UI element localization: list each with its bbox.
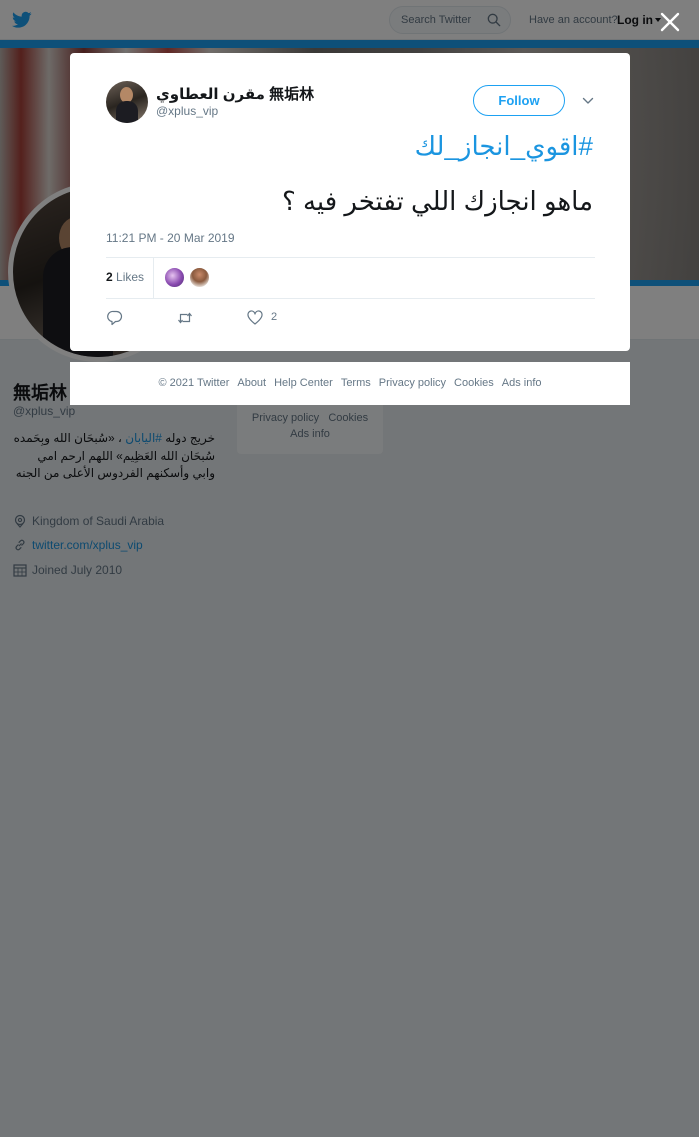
tweet-hashtag-link[interactable]: #اقوي_انجاز_لك	[415, 131, 593, 162]
likes-separator	[153, 258, 154, 298]
reply-icon[interactable]	[107, 310, 123, 326]
footer-privacy-link[interactable]: Privacy policy	[379, 377, 446, 389]
tweet-text: ماهو انجازك اللي تفتخر فيه ؟	[281, 186, 593, 216]
tweet-modal: مقرن العطاوي 無垢林 @xplus_vip Follow #اقوي…	[70, 53, 630, 351]
close-icon[interactable]	[659, 11, 681, 33]
liker-avatar[interactable]	[189, 267, 210, 288]
modal-footer: © 2021 Twitter About Help Center Terms Priva…	[70, 362, 630, 405]
heart-icon[interactable]	[247, 310, 263, 326]
like-action-count: 2	[271, 311, 278, 323]
tweet-author-avatar[interactable]	[106, 81, 148, 123]
divider	[106, 257, 595, 258]
tweet-author-handle[interactable]: @xplus_vip	[156, 104, 218, 118]
likes-number: 2	[106, 270, 113, 284]
footer-help-center-link[interactable]: Help Center	[274, 377, 333, 389]
chevron-down-icon[interactable]	[582, 95, 594, 107]
footer-links: © 2021 Twitter About Help Center Terms Priva…	[70, 377, 630, 389]
tweet-author-name[interactable]: مقرن العطاوي 無垢林	[156, 83, 314, 104]
footer-cookies-link[interactable]: Cookies	[454, 377, 494, 389]
likes-word: Likes	[116, 270, 145, 284]
footer-ads-info-link[interactable]: Ads info	[502, 377, 542, 389]
likes-count[interactable]: 2 Likes	[106, 270, 144, 284]
divider	[106, 298, 595, 299]
follow-button[interactable]: Follow	[473, 85, 565, 116]
liker-avatar[interactable]	[164, 267, 185, 288]
tweet-timestamp[interactable]: 11:21 PM - 20 Mar 2019	[106, 231, 235, 245]
footer-about-link[interactable]: About	[237, 377, 266, 389]
copyright-text: © 2021 Twitter	[158, 377, 230, 389]
retweet-icon[interactable]	[177, 310, 193, 326]
footer-terms-link[interactable]: Terms	[341, 377, 371, 389]
